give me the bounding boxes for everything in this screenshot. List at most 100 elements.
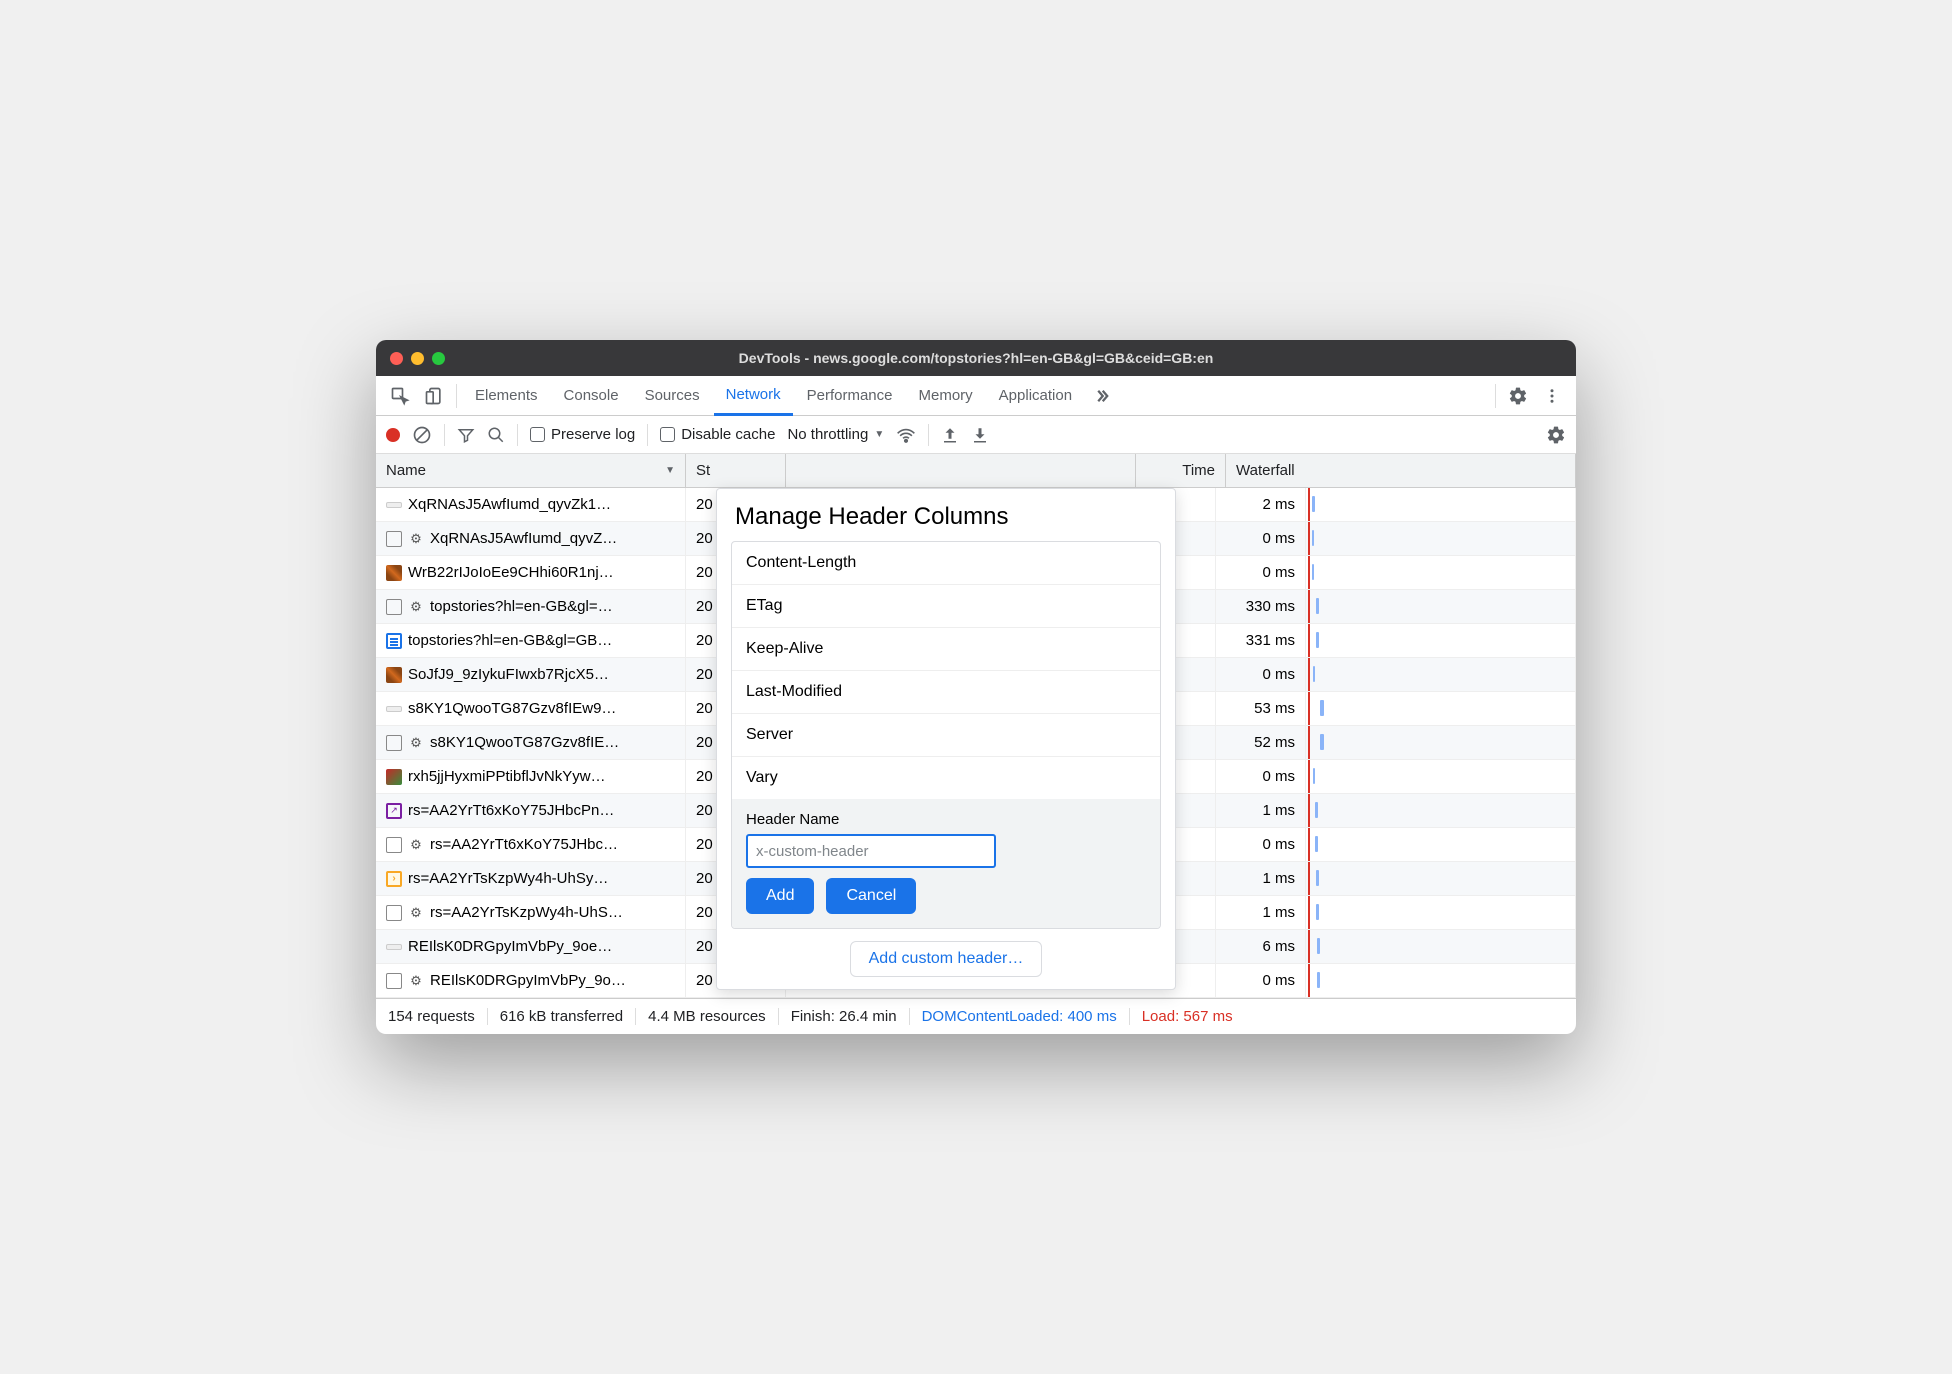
status-dcl: DOMContentLoaded: 400 ms [910, 1008, 1130, 1025]
column-hidden [786, 454, 1136, 487]
tab-application[interactable]: Application [987, 376, 1084, 416]
request-name: rs=AA2YrTt6xKoY75JHbc… [430, 836, 618, 853]
upload-har-icon[interactable] [941, 426, 959, 444]
dash-icon [386, 502, 402, 508]
disable-cache-label: Disable cache [681, 426, 775, 443]
search-icon[interactable] [487, 426, 505, 444]
img-icon [386, 667, 402, 683]
kebab-menu-icon[interactable] [1536, 380, 1568, 412]
waterfall-cell [1306, 930, 1576, 963]
throttling-select[interactable]: No throttling ▼ [787, 426, 884, 443]
waterfall-cell [1306, 624, 1576, 657]
tab-network[interactable]: Network [714, 376, 793, 416]
request-name: XqRNAsJ5AwfIumd_qyvZ… [430, 530, 617, 547]
column-time[interactable]: Time [1136, 454, 1226, 487]
request-name: SoJfJ9_9zIykuFIwxb7RjcX5… [408, 666, 609, 683]
tab-elements[interactable]: Elements [463, 376, 550, 416]
clear-icon[interactable] [412, 425, 432, 445]
time-cell: 0 ms [1216, 964, 1306, 997]
custom-header-form: Header Name Add Cancel [732, 799, 1160, 928]
time-cell: 1 ms [1216, 862, 1306, 895]
more-tabs-icon[interactable] [1086, 380, 1118, 412]
header-name-label: Header Name [746, 811, 1146, 828]
preserve-log-label: Preserve log [551, 426, 635, 443]
record-button[interactable] [386, 428, 400, 442]
request-name: XqRNAsJ5AwfIumd_qyvZk1… [408, 496, 611, 513]
devtools-window: DevTools - news.google.com/topstories?hl… [376, 340, 1576, 1034]
sort-caret-icon: ▼ [665, 465, 675, 476]
header-name-input[interactable] [746, 834, 996, 868]
request-name: REIlsK0DRGpyImVbPy_9o… [430, 972, 626, 989]
time-cell: 53 ms [1216, 692, 1306, 725]
waterfall-cell [1306, 488, 1576, 521]
header-option[interactable]: Last-Modified [732, 671, 1160, 714]
titlebar: DevTools - news.google.com/topstories?hl… [376, 340, 1576, 376]
time-cell: 2 ms [1216, 488, 1306, 521]
img-icon [386, 565, 402, 581]
download-har-icon[interactable] [971, 426, 989, 444]
inspect-icon[interactable] [384, 380, 416, 412]
request-name: rs=AA2YrTsKzpWy4h-UhS… [430, 904, 623, 921]
request-name: topstories?hl=en-GB&gl=GB… [408, 632, 612, 649]
tab-performance[interactable]: Performance [795, 376, 905, 416]
tab-sources[interactable]: Sources [633, 376, 712, 416]
settings-icon[interactable] [1502, 380, 1534, 412]
panel-tabs: ElementsConsoleSourcesNetworkPerformance… [376, 376, 1576, 416]
request-name: rs=AA2YrTt6xKoY75JHbcPn… [408, 802, 614, 819]
popup-title: Manage Header Columns [717, 489, 1175, 541]
waterfall-cell [1306, 760, 1576, 793]
waterfall-cell [1306, 692, 1576, 725]
dash-icon [386, 944, 402, 950]
gear-icon [408, 973, 424, 989]
box-icon [386, 531, 402, 547]
column-waterfall[interactable]: Waterfall [1226, 454, 1576, 487]
gear-icon [408, 905, 424, 921]
doc-icon [386, 633, 402, 649]
manage-header-columns-popup: Manage Header Columns Content-LengthETag… [716, 488, 1176, 990]
header-option[interactable]: Server [732, 714, 1160, 757]
network-settings-icon[interactable] [1546, 425, 1566, 445]
request-name: rs=AA2YrTsKzpWy4h-UhSy… [408, 870, 608, 887]
status-bar: 154 requests 616 kB transferred 4.4 MB r… [376, 998, 1576, 1034]
column-status[interactable]: St [686, 454, 786, 487]
gear-icon [408, 735, 424, 751]
request-name: s8KY1QwooTG87Gzv8fIE… [430, 734, 619, 751]
header-option[interactable]: ETag [732, 585, 1160, 628]
tab-console[interactable]: Console [552, 376, 631, 416]
device-toggle-icon[interactable] [418, 380, 450, 412]
header-option[interactable]: Keep-Alive [732, 628, 1160, 671]
time-cell: 330 ms [1216, 590, 1306, 623]
purple-icon [386, 803, 402, 819]
close-button[interactable] [390, 352, 403, 365]
filter-icon[interactable] [457, 426, 475, 444]
waterfall-cell [1306, 828, 1576, 861]
network-toolbar: Preserve log Disable cache No throttling… [376, 416, 1576, 454]
time-cell: 6 ms [1216, 930, 1306, 963]
time-cell: 0 ms [1216, 760, 1306, 793]
window-controls [390, 352, 445, 365]
disable-cache-checkbox[interactable]: Disable cache [660, 426, 775, 443]
status-finish: Finish: 26.4 min [779, 1008, 910, 1025]
waterfall-cell [1306, 862, 1576, 895]
tab-memory[interactable]: Memory [907, 376, 985, 416]
throttling-label: No throttling [787, 426, 868, 443]
maximize-button[interactable] [432, 352, 445, 365]
box-icon [386, 905, 402, 921]
time-cell: 1 ms [1216, 896, 1306, 929]
waterfall-cell [1306, 556, 1576, 589]
header-option[interactable]: Vary [732, 757, 1160, 799]
gear-icon [408, 837, 424, 853]
column-headers: Name▼ St Time Waterfall [376, 454, 1576, 488]
header-list: Content-LengthETagKeep-AliveLast-Modifie… [731, 541, 1161, 929]
preserve-log-checkbox[interactable]: Preserve log [530, 426, 635, 443]
status-load: Load: 567 ms [1130, 1008, 1245, 1025]
cancel-button[interactable]: Cancel [826, 878, 916, 914]
minimize-button[interactable] [411, 352, 424, 365]
waterfall-cell [1306, 658, 1576, 691]
column-name[interactable]: Name▼ [376, 454, 686, 487]
network-conditions-icon[interactable] [896, 425, 916, 445]
status-requests: 154 requests [388, 1008, 488, 1025]
header-option[interactable]: Content-Length [732, 542, 1160, 585]
add-button[interactable]: Add [746, 878, 814, 914]
add-custom-header-link[interactable]: Add custom header… [850, 941, 1043, 977]
